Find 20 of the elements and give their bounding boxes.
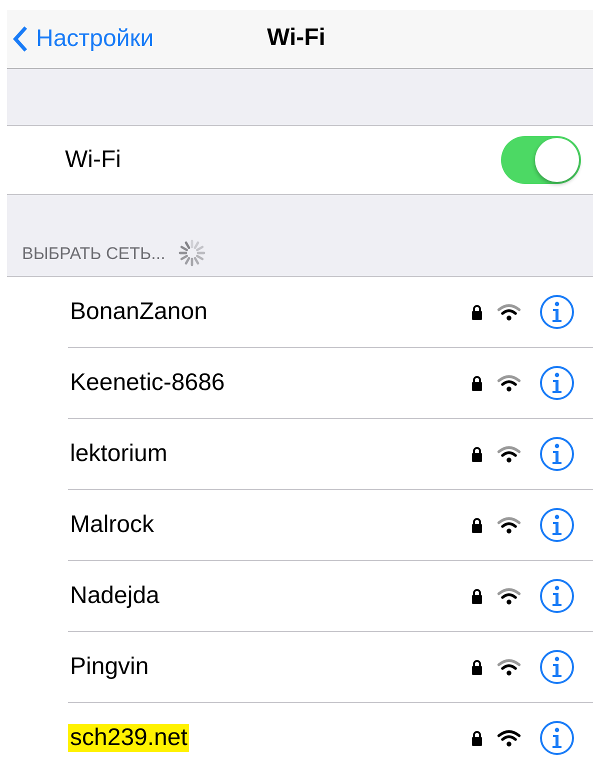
back-button[interactable]: Настройки — [7, 25, 154, 53]
network-name[interactable]: sch239.net — [68, 724, 190, 752]
network-name[interactable]: lektorium — [68, 440, 170, 468]
network-name[interactable]: BonanZanon — [68, 298, 210, 326]
network-name[interactable]: Malrock — [68, 511, 156, 539]
info-button[interactable] — [539, 649, 575, 685]
network-name[interactable]: Pingvin — [68, 653, 151, 681]
info-button[interactable] — [539, 436, 575, 472]
wifi-label: Wi-Fi — [65, 146, 121, 174]
info-button[interactable] — [539, 720, 575, 756]
info-button[interactable] — [539, 507, 575, 543]
info-button[interactable] — [539, 294, 575, 330]
back-chevron-icon — [12, 25, 28, 53]
info-button[interactable] — [539, 365, 575, 401]
network-name[interactable]: Keenetic-8686 — [68, 369, 227, 397]
network-name[interactable]: Nadejda — [68, 582, 162, 610]
info-button[interactable] — [539, 578, 575, 614]
wifi-toggle[interactable] — [501, 136, 581, 184]
screen-title: Wi-Fi — [267, 24, 326, 52]
section-header: ВЫБРАТЬ СЕТЬ... — [22, 244, 166, 264]
